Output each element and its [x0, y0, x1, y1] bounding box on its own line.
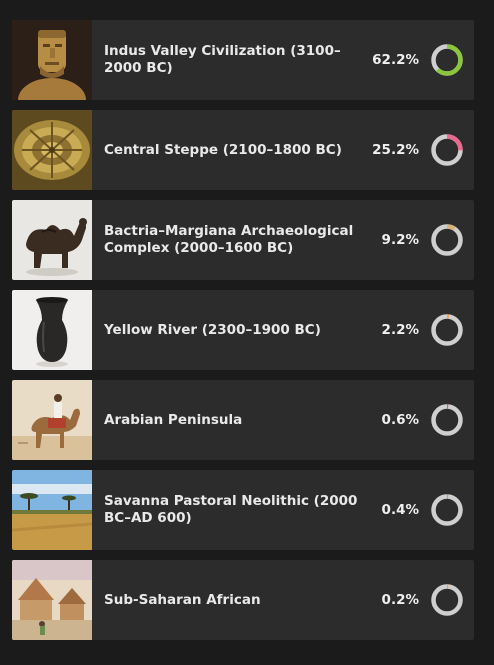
population-name: Yellow River (2300–1900 BC): [104, 321, 321, 338]
population-name: Savanna Pastoral Neolithic (2000 BC–AD 6…: [104, 493, 358, 526]
population-row-bactria-margiana[interactable]: Bactria–Margiana Archaeological Complex …: [12, 200, 474, 280]
ancestry-donut-chart: [430, 583, 464, 617]
population-name: Bactria–Margiana Archaeological Complex …: [104, 223, 354, 256]
population-list: Indus Valley Civilization (3100–2000 BC)…: [12, 20, 474, 640]
population-percent: 0.6%: [381, 412, 419, 428]
population-row-central-steppe[interactable]: Central Steppe (2100–1800 BC) 25.2%: [12, 110, 474, 190]
ancestry-donut-chart: [430, 403, 464, 437]
population-name: Sub-Saharan African: [104, 591, 261, 608]
population-percent: 0.2%: [381, 592, 419, 608]
population-percent: 9.2%: [381, 232, 419, 248]
ancestry-donut-chart: [430, 313, 464, 347]
camel-figurine-icon: [12, 200, 92, 280]
ancestry-donut-chart: [430, 133, 464, 167]
donut-track: [431, 314, 463, 346]
population-row-sub-saharan-african[interactable]: Sub-Saharan African 0.2%: [12, 560, 474, 640]
population-name: Arabian Peninsula: [104, 411, 243, 428]
population-row-savanna-pastoral[interactable]: Savanna Pastoral Neolithic (2000 BC–AD 6…: [12, 470, 474, 550]
donut-track: [431, 494, 463, 526]
camel-rider-icon: [12, 380, 92, 460]
black-vase-icon: [12, 290, 92, 370]
population-row-arabian-peninsula[interactable]: Arabian Peninsula 0.6%: [12, 380, 474, 460]
donut-track: [431, 584, 463, 616]
population-name: Central Steppe (2100–1800 BC): [104, 141, 342, 158]
stone-bust-icon: [12, 20, 92, 100]
savanna-landscape-icon: [12, 470, 92, 550]
gold-disc-icon: [12, 110, 92, 190]
donut-track: [431, 404, 463, 436]
population-name: Indus Valley Civilization (3100–2000 BC): [104, 43, 341, 76]
ancestry-donut-chart: [430, 223, 464, 257]
population-percent: 2.2%: [381, 322, 419, 338]
population-row-indus-valley[interactable]: Indus Valley Civilization (3100–2000 BC)…: [12, 20, 474, 100]
ancestry-donut-chart: [430, 43, 464, 77]
donut-track: [431, 224, 463, 256]
population-percent: 0.4%: [381, 502, 419, 518]
population-percent: 25.2%: [372, 142, 419, 158]
population-percent: 62.2%: [372, 52, 419, 68]
village-scene-icon: [12, 560, 92, 640]
ancestry-donut-chart: [430, 493, 464, 527]
population-row-yellow-river[interactable]: Yellow River (2300–1900 BC) 2.2%: [12, 290, 474, 370]
